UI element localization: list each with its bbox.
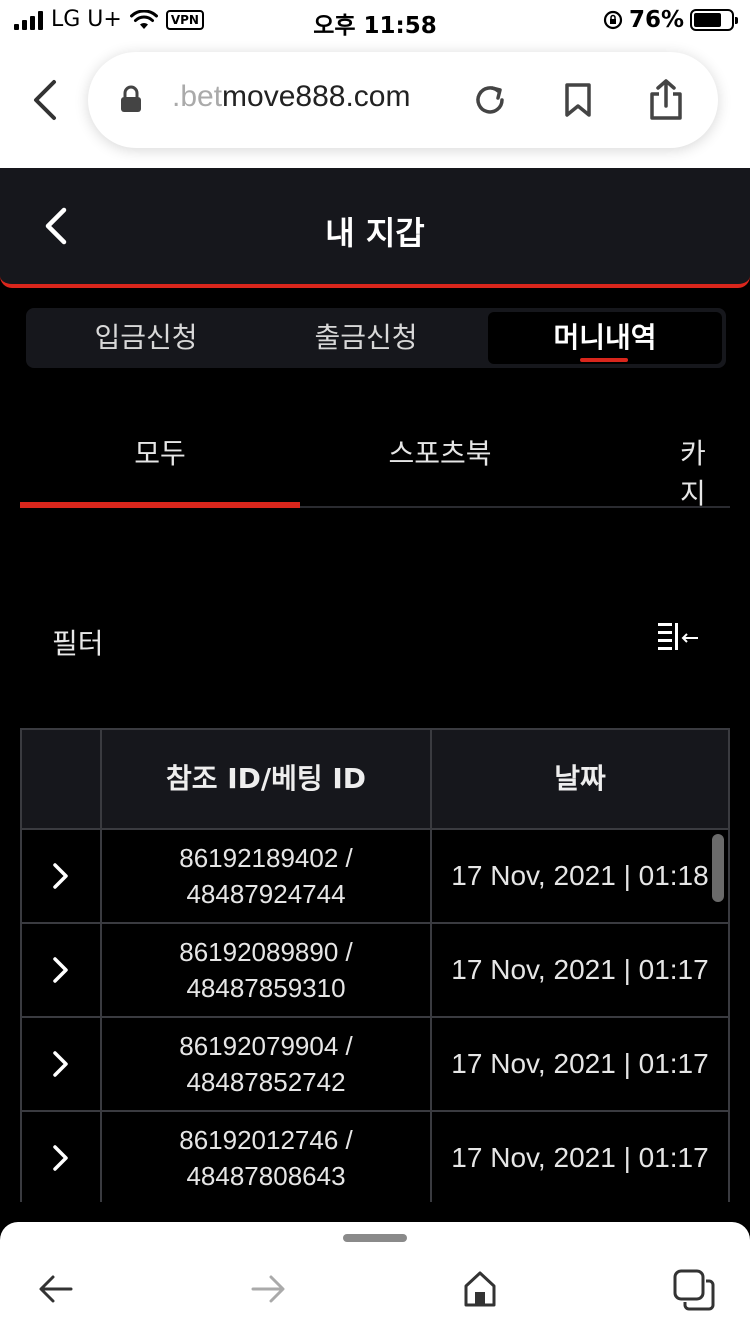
nav-forward-icon[interactable] (250, 1272, 286, 1306)
bet-id: 48487859310 (186, 973, 346, 1003)
expand-cell[interactable] (22, 1018, 102, 1110)
header-expand (22, 730, 102, 828)
active-tab-indicator (580, 358, 628, 362)
date-cell: 17 Nov, 2021 | 01:18 (451, 860, 709, 891)
battery-fill (694, 13, 722, 27)
ref-id: 86192089890 / (179, 937, 353, 967)
table-scrollbar[interactable] (712, 834, 724, 902)
header-ref-bet-id: 참조 ID/베팅 ID (102, 730, 432, 828)
lock-icon (121, 85, 141, 112)
date-cell: 17 Nov, 2021 | 01:17 (451, 1142, 709, 1173)
expand-cell[interactable] (22, 1112, 102, 1202)
bet-id: 48487924744 (186, 879, 346, 909)
tab-casino[interactable]: 카지 (680, 432, 730, 512)
tab-withdraw[interactable]: 출금신청 (256, 308, 476, 368)
page-title: 내 지갑 (325, 214, 425, 252)
expand-cell[interactable] (22, 924, 102, 1016)
active-category-indicator (20, 502, 300, 508)
battery-icon (690, 9, 738, 31)
bookmark-icon[interactable] (562, 82, 594, 118)
id-cell: 86192012746 / 48487808643 (102, 1112, 432, 1202)
tab-money-history[interactable]: 머니내역 (488, 312, 722, 364)
tabs-icon[interactable] (672, 1268, 716, 1312)
home-icon[interactable] (462, 1268, 498, 1308)
id-cell: 86192089890 / 48487859310 (102, 924, 432, 1016)
status-bar: LG U+ VPN 오후 11:58 76% (0, 0, 750, 40)
date-cell: 17 Nov, 2021 | 01:17 (451, 954, 709, 985)
url-text[interactable]: .betmove888.com (172, 80, 410, 114)
expand-cell[interactable] (22, 830, 102, 922)
app-header: 내 지갑 (0, 168, 750, 288)
status-right: 76% (603, 7, 738, 33)
ref-id: 86192189402 / (179, 843, 353, 873)
tab-money-history-label: 머니내역 (553, 321, 657, 354)
rotation-lock-icon (603, 10, 623, 30)
id-cell: 86192079904 / 48487852742 (102, 1018, 432, 1110)
drag-handle[interactable] (343, 1234, 407, 1242)
chevron-right-icon[interactable] (52, 1144, 70, 1172)
nav-back-icon[interactable] (38, 1272, 74, 1306)
filter-label: 필터 (52, 627, 104, 660)
url-faded: .bet (172, 80, 223, 113)
ref-id: 86192079904 / (179, 1031, 353, 1061)
bet-id: 48487852742 (186, 1067, 346, 1097)
header-date: 날짜 (554, 762, 606, 795)
browser-top-bar: LG U+ VPN 오후 11:58 76% .betmove888.com (0, 0, 750, 168)
browser-back-icon[interactable] (26, 76, 66, 124)
chevron-right-icon[interactable] (52, 862, 70, 890)
url-main: move888.com (222, 80, 411, 113)
filter-toggle-icon[interactable] (656, 620, 700, 656)
tab-deposit[interactable]: 입금신청 (36, 308, 256, 368)
table-row[interactable]: 86192079904 / 48487852742 17 Nov, 2021 |… (22, 1018, 728, 1112)
bet-id: 48487808643 (186, 1161, 346, 1191)
table-header: 참조 ID/베팅 ID 날짜 (22, 730, 728, 830)
battery-percent: 76% (628, 7, 684, 33)
id-cell: 86192189402 / 48487924744 (102, 830, 432, 922)
chevron-right-icon[interactable] (52, 1050, 70, 1078)
share-icon[interactable] (646, 78, 686, 122)
table-row[interactable]: 86192189402 / 48487924744 17 Nov, 2021 |… (22, 830, 728, 924)
address-bar[interactable]: .betmove888.com (88, 52, 718, 148)
tab-all[interactable]: 모두 (20, 432, 300, 472)
table-row[interactable]: 86192012746 / 48487808643 17 Nov, 2021 |… (22, 1112, 728, 1202)
reload-icon[interactable] (472, 82, 508, 118)
wallet-tabs: 입금신청 출금신청 머니내역 (26, 308, 726, 368)
transaction-table: 참조 ID/베팅 ID 날짜 86192189402 / 48487924744… (20, 728, 730, 1202)
chevron-right-icon[interactable] (52, 956, 70, 984)
tab-sportsbook[interactable]: 스포츠북 (310, 432, 570, 472)
browser-bottom-bar (0, 1222, 750, 1334)
category-tabs: 모두 스포츠북 카지 (20, 400, 730, 510)
table-row[interactable]: 86192089890 / 48487859310 17 Nov, 2021 |… (22, 924, 728, 1018)
date-cell: 17 Nov, 2021 | 01:17 (451, 1048, 709, 1079)
ref-id: 86192012746 / (179, 1125, 353, 1155)
